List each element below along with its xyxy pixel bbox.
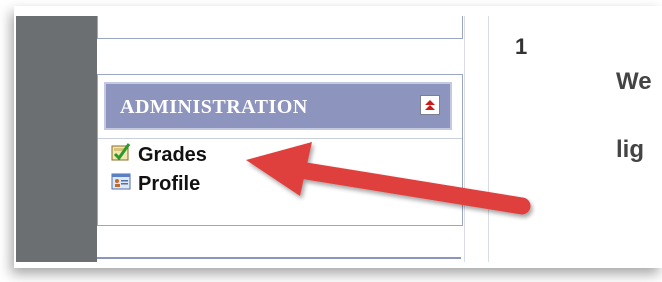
sidebar-item-label: Grades xyxy=(138,143,207,166)
administration-block: ADMINISTRATION Grades Profile xyxy=(97,74,463,226)
block-divider xyxy=(98,138,462,139)
left-sidebar: ADMINISTRATION Grades Profile xyxy=(97,16,465,262)
sidebar-item-profile[interactable]: Profile xyxy=(110,171,200,197)
administration-header: ADMINISTRATION xyxy=(104,82,452,130)
content-text-line-2: lig xyxy=(616,136,644,163)
line-number: 1 xyxy=(515,34,528,59)
content-pane: 1 We lig xyxy=(488,16,662,262)
previous-block xyxy=(97,16,463,39)
profile-icon xyxy=(110,171,132,197)
collapse-up-icon[interactable] xyxy=(420,95,440,115)
sidebar-item-grades[interactable]: Grades xyxy=(110,142,207,168)
sidebar-item-label: Profile xyxy=(138,172,201,195)
content-text-line-1: We xyxy=(616,68,652,95)
administration-title: ADMINISTRATION xyxy=(120,96,308,118)
next-block xyxy=(97,257,461,264)
grades-icon xyxy=(110,142,132,168)
left-gray-strip xyxy=(16,16,97,262)
